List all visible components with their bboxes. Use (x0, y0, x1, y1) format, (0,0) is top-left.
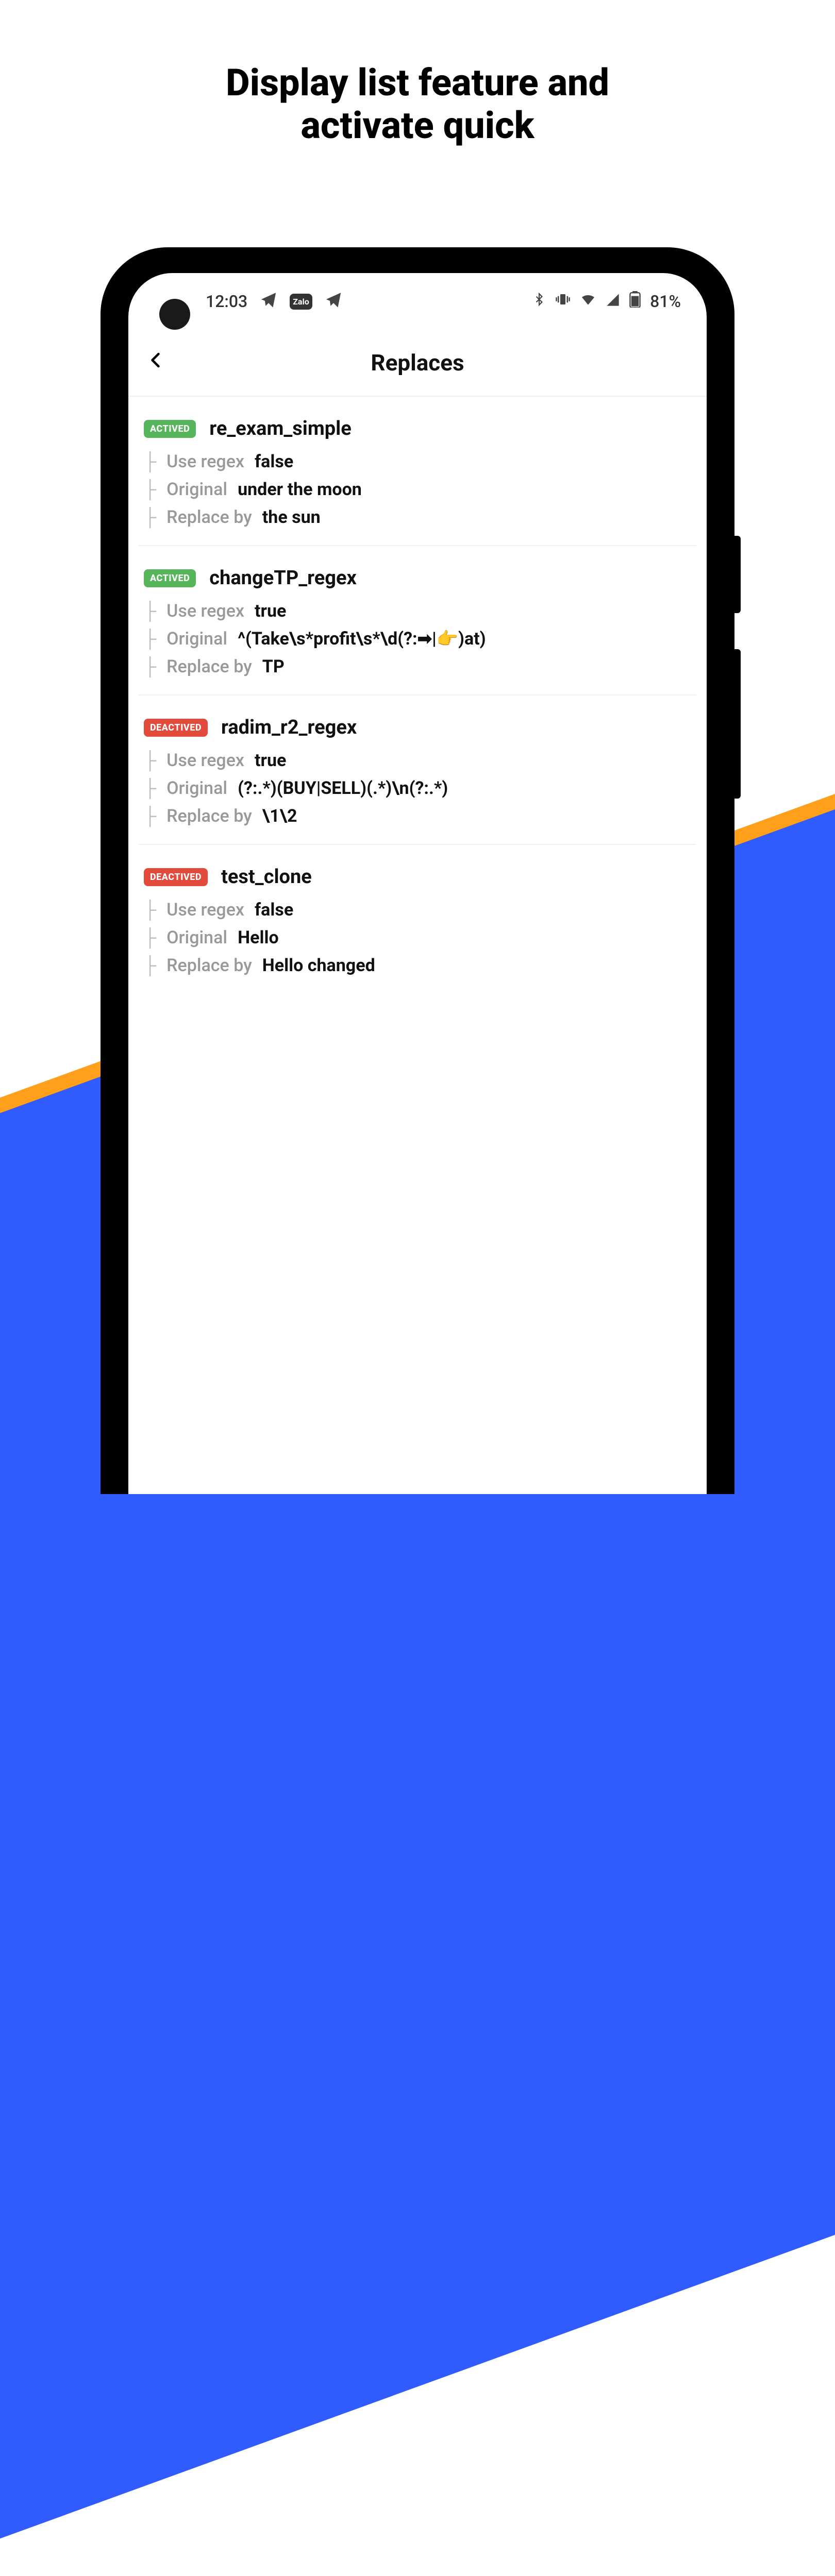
row-value: Hello (238, 927, 279, 948)
row-value: false (255, 900, 293, 920)
row-value: the sun (262, 507, 321, 528)
item-title: changeTP_regex (209, 567, 357, 589)
telegram-icon (260, 291, 277, 312)
row-label: Replace by (166, 806, 252, 826)
status-bar: 12:03 Zalo (128, 273, 707, 330)
promo-line2: activate quick (0, 105, 835, 147)
row-label: Original (166, 778, 227, 799)
row-original: ├ Original ^(Take\s*profit\s*\d(?:➡|👉)at) (144, 629, 691, 649)
row-value: true (255, 750, 286, 771)
vibrate-icon (555, 292, 571, 311)
row-label: Original (166, 479, 227, 500)
status-badge: ACTIVED (144, 569, 196, 587)
row-replace-by: ├ Replace by Hello changed (144, 955, 691, 976)
row-original: ├ Original under the moon (144, 479, 691, 500)
phone-side-button (734, 536, 741, 613)
row-label: Use regex (166, 750, 244, 771)
promo-heading: Display list feature and activate quick (0, 0, 835, 147)
row-marker-icon: ├ (144, 507, 156, 528)
item-title: radim_r2_regex (221, 716, 357, 739)
battery-icon (629, 291, 641, 312)
status-badge: ACTIVED (144, 420, 196, 438)
item-title: re_exam_simple (209, 417, 351, 440)
row-value: (?:.*)(BUY|SELL)(.*)\n(?:.*) (238, 778, 448, 799)
row-replace-by: ├ Replace by \1\2 (144, 806, 691, 826)
back-button[interactable] (147, 346, 165, 380)
status-badge: DEACTIVED (144, 868, 208, 886)
row-marker-icon: ├ (144, 955, 156, 976)
list-item[interactable]: ACTIVED re_exam_simple ├ Use regex false ├ Ori… (139, 397, 696, 546)
row-value: ^(Take\s*profit\s*\d(?:➡|👉)at) (238, 629, 486, 649)
status-time: 12:03 (206, 292, 247, 311)
row-marker-icon: ├ (144, 806, 156, 826)
signal-icon (606, 292, 620, 311)
row-use-regex: ├ Use regex false (144, 900, 691, 920)
row-marker-icon: ├ (144, 927, 156, 948)
row-replace-by: ├ Replace by TP (144, 656, 691, 677)
row-label: Use regex (166, 451, 244, 472)
battery-percent: 81% (650, 292, 681, 311)
row-use-regex: ├ Use regex true (144, 750, 691, 771)
list-item[interactable]: ACTIVED changeTP_regex ├ Use regex true ├ Orig… (139, 546, 696, 696)
row-label: Use regex (166, 900, 244, 920)
row-marker-icon: ├ (144, 451, 156, 472)
row-marker-icon: ├ (144, 778, 156, 799)
list-item[interactable]: DEACTIVED radim_r2_regex ├ Use regex true ├ Or… (139, 696, 696, 845)
row-value: under the moon (238, 479, 362, 500)
promo-line1: Display list feature and (0, 62, 835, 105)
row-marker-icon: ├ (144, 629, 156, 649)
row-marker-icon: ├ (144, 479, 156, 500)
row-label: Use regex (166, 601, 244, 621)
zalo-icon: Zalo (290, 294, 312, 310)
row-marker-icon: ├ (144, 900, 156, 920)
row-label: Replace by (166, 656, 252, 677)
row-marker-icon: ├ (144, 750, 156, 771)
row-value: TP (262, 656, 285, 677)
row-value: false (255, 451, 293, 472)
page-title: Replaces (128, 349, 707, 376)
row-original: ├ Original Hello (144, 927, 691, 948)
bluetooth-icon (532, 291, 546, 312)
row-original: ├ Original (?:.*)(BUY|SELL)(.*)\n(?:.*) (144, 778, 691, 799)
row-label: Original (166, 927, 227, 948)
row-use-regex: ├ Use regex false (144, 451, 691, 472)
wifi-icon (580, 291, 596, 312)
phone-side-button (734, 649, 741, 799)
status-badge: DEACTIVED (144, 719, 208, 737)
replace-list: ACTIVED re_exam_simple ├ Use regex false ├ Ori… (128, 397, 707, 993)
telegram-icon (325, 291, 342, 312)
row-label: Replace by (166, 955, 252, 976)
phone-frame: 12:03 Zalo (101, 247, 734, 1494)
row-label: Original (166, 629, 227, 649)
phone-screen: 12:03 Zalo (128, 273, 707, 1494)
row-value: Hello changed (262, 955, 375, 976)
row-marker-icon: ├ (144, 601, 156, 621)
row-replace-by: ├ Replace by the sun (144, 507, 691, 528)
row-label: Replace by (166, 507, 252, 528)
phone-camera (159, 299, 190, 330)
row-marker-icon: ├ (144, 656, 156, 677)
list-item[interactable]: DEACTIVED test_clone ├ Use regex false ├ Origi… (139, 845, 696, 993)
item-title: test_clone (221, 866, 312, 888)
row-use-regex: ├ Use regex true (144, 601, 691, 621)
row-value: true (255, 601, 286, 621)
row-value: \1\2 (262, 806, 297, 826)
app-header: Replaces (128, 330, 707, 397)
